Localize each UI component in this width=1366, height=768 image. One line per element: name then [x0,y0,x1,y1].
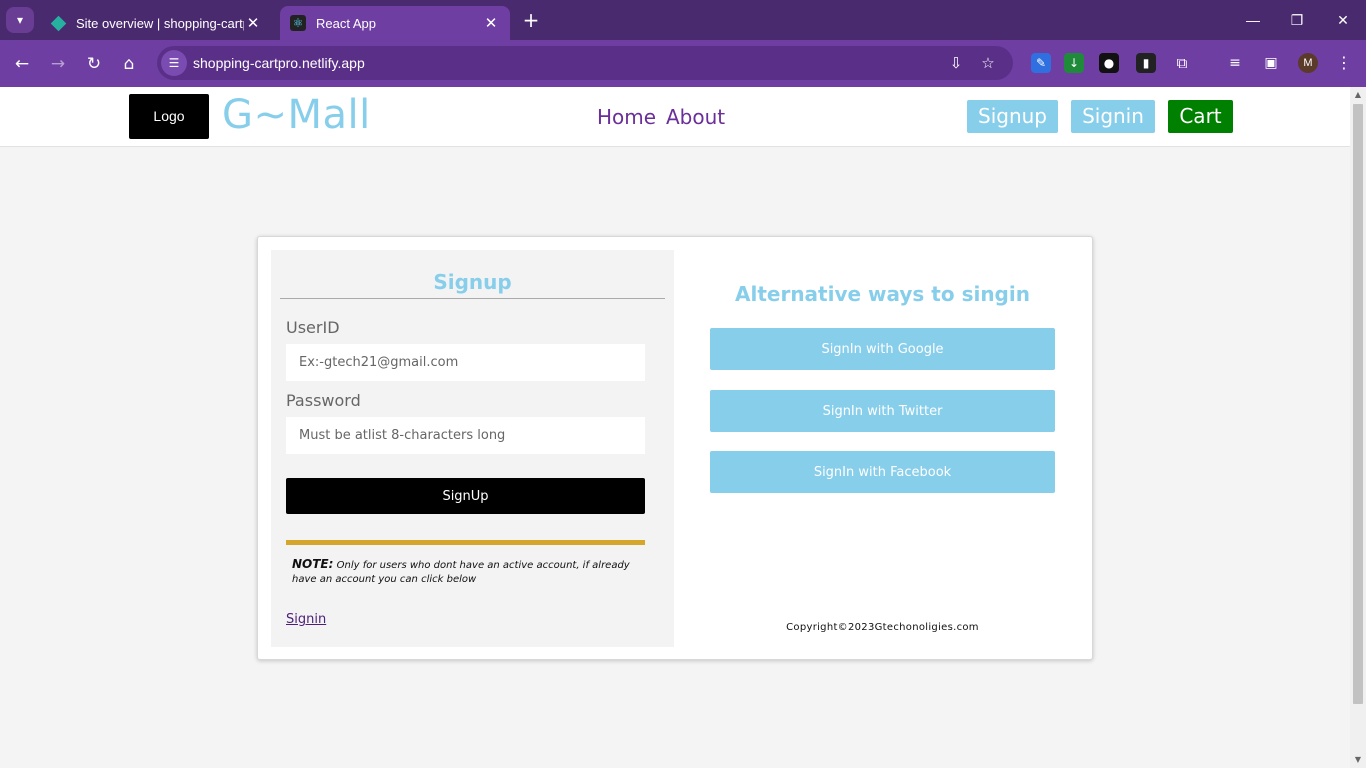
react-icon: ⚛ [290,15,306,31]
userid-input[interactable] [286,344,645,381]
netlify-diamond-icon [50,15,66,31]
note-box: NOTE: Only for users who dont have an ac… [286,540,645,587]
userid-label: UserID [286,318,340,337]
restore-icon[interactable]: ❐ [1274,8,1320,32]
new-tab-icon[interactable]: + [520,9,542,31]
scroll-down-icon[interactable]: ▼ [1354,755,1362,764]
twitter-signin-button[interactable]: SignIn with Twitter [710,390,1055,432]
note-text: Only for users who dont have an active a… [292,560,630,585]
address-bar[interactable]: ☰ shopping-cartpro.netlify.app ⇩ ☆ [157,46,1013,80]
extensions-puzzle-icon[interactable]: ⧉ [1172,53,1192,73]
page-content: Logo G~Mall Home About Signup Signin Car… [0,87,1350,768]
logo[interactable]: Logo [129,94,209,139]
password-input[interactable] [286,417,645,454]
nav-about-link[interactable]: About [666,105,725,129]
bookmark-star-icon[interactable]: ☆ [977,52,999,74]
close-icon[interactable]: ✕ [482,14,500,32]
extension-save-icon[interactable]: ● [1099,53,1119,73]
forward-icon[interactable]: → [45,51,71,77]
extension-download-icon[interactable]: ↓ [1064,53,1084,73]
signup-title: Signup [433,270,512,294]
address-url[interactable]: shopping-cartpro.netlify.app [193,55,365,71]
back-icon[interactable]: ← [9,51,35,77]
media-control-icon[interactable]: ≡ [1225,53,1245,73]
menu-kebab-icon[interactable]: ⋮ [1334,53,1354,73]
extension-clip-icon[interactable]: ▮ [1136,53,1156,73]
signup-panel: Signup UserID Password SignUp NOTE: Only… [271,250,674,647]
tab-title: Site overview | shopping-cartpro [76,15,244,31]
browser-tab-strip: ▾ Site overview | shopping-cartpro ✕ ⚛ R… [0,0,1366,40]
site-header: Logo G~Mall Home About Signup Signin Car… [0,87,1350,147]
google-signin-button[interactable]: SignIn with Google [710,328,1055,370]
nav-home-link[interactable]: Home [597,105,656,129]
auth-card: Signup UserID Password SignUp NOTE: Only… [257,236,1093,660]
profile-avatar[interactable]: M [1298,53,1318,73]
scroll-up-icon[interactable]: ▲ [1354,90,1362,99]
alternative-title: Alternative ways to singin [735,282,1030,306]
home-icon[interactable]: ⌂ [116,51,142,77]
password-label: Password [286,391,361,410]
tab-react-app[interactable]: ⚛ React App ✕ [280,6,510,40]
minimize-icon[interactable]: — [1230,8,1276,32]
facebook-signin-button[interactable]: SignIn with Facebook [710,451,1055,493]
page-scrollbar[interactable]: ▲ ▼ [1350,87,1366,768]
reload-icon[interactable]: ↻ [81,51,107,77]
install-app-icon[interactable]: ⇩ [945,52,967,74]
note-label: NOTE: [292,557,334,571]
window-close-icon[interactable]: ✕ [1320,8,1366,32]
tab-site-overview[interactable]: Site overview | shopping-cartpro ✕ [40,6,272,40]
browser-toolbar: ← → ↻ ⌂ ☰ shopping-cartpro.netlify.app ⇩… [0,40,1366,87]
tab-title: React App [316,15,376,31]
site-info-icon[interactable]: ☰ [161,50,187,76]
scrollbar-thumb[interactable] [1353,104,1363,704]
signup-button[interactable]: Signup [967,100,1058,133]
divider [280,298,665,299]
side-panel-icon[interactable]: ▣ [1261,53,1281,73]
copyright-text: Copyright©2023Gtechonoligies.com [786,622,979,633]
cart-button[interactable]: Cart [1168,100,1233,133]
tab-search-icon[interactable]: ▾ [6,7,34,33]
signin-link[interactable]: Signin [286,612,326,627]
extension-translate-icon[interactable]: ✎ [1031,53,1051,73]
signin-button[interactable]: Signin [1071,100,1155,133]
close-icon[interactable]: ✕ [244,14,262,32]
signup-submit-button[interactable]: SignUp [286,478,645,514]
brand-title: G~Mall [222,92,371,138]
